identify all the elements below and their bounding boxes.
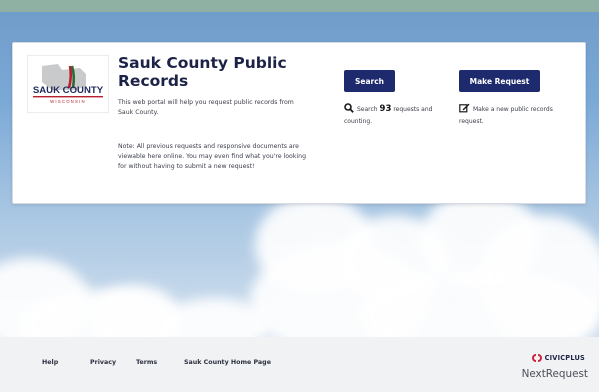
edit-icon bbox=[459, 103, 470, 117]
portal-note: Note: All previous requests and responsi… bbox=[118, 143, 306, 171]
search-icon bbox=[344, 103, 354, 117]
sauk-county-logo-icon: SAUK COUNTY WISCONSIN bbox=[33, 64, 104, 104]
search-description: Search 93 requests and counting. bbox=[344, 103, 444, 126]
request-description: Make a new public records request. bbox=[459, 103, 575, 126]
footer-link-home[interactable]: Sauk County Home Page bbox=[184, 359, 271, 366]
svg-text:SAUK COUNTY: SAUK COUNTY bbox=[33, 85, 104, 96]
nextrequest-label: NextRequest bbox=[521, 368, 588, 380]
civicplus-label: CIVICPLUS bbox=[544, 354, 585, 362]
search-button[interactable]: Search bbox=[344, 70, 395, 92]
civicplus-logo-icon bbox=[531, 354, 542, 362]
search-text-prefix: Search bbox=[357, 106, 378, 113]
make-request-button[interactable]: Make Request bbox=[459, 70, 540, 92]
footer-link-privacy[interactable]: Privacy bbox=[90, 359, 116, 366]
request-text: Make a new public records request. bbox=[459, 106, 553, 125]
footer-link-help[interactable]: Help bbox=[42, 359, 58, 366]
county-logo: SAUK COUNTY WISCONSIN bbox=[27, 55, 109, 113]
top-strip bbox=[0, 0, 599, 12]
footer: Help Privacy Terms Sauk County Home Page… bbox=[0, 337, 599, 392]
request-count: 93 bbox=[379, 104, 392, 114]
page-title: Sauk County Public Records bbox=[118, 54, 287, 90]
civicplus-logo: CIVICPLUS bbox=[531, 354, 585, 362]
svg-text:WISCONSIN: WISCONSIN bbox=[50, 99, 86, 104]
portal-description: This web portal will help you request pu… bbox=[118, 99, 294, 116]
portal-card: SAUK COUNTY WISCONSIN Sauk County Public… bbox=[12, 42, 586, 204]
footer-link-terms[interactable]: Terms bbox=[136, 359, 157, 366]
